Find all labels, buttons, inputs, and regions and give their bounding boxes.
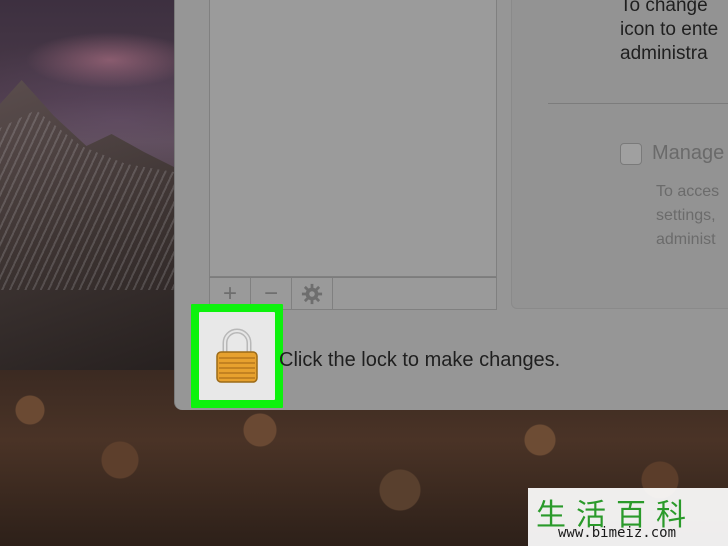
manage-checkbox[interactable] [620, 142, 642, 165]
lock-button[interactable] [199, 312, 275, 400]
add-icon: + [222, 279, 237, 307]
lock-icon [216, 328, 258, 383]
remove-icon: − [263, 279, 278, 307]
admin-hint-text: To change icon to ente administra [620, 0, 719, 64]
manage-option[interactable]: Manage [620, 142, 724, 165]
preferences-window: + − To change icon to ente administra Ma… [174, 0, 728, 410]
action-menu-button[interactable] [292, 278, 333, 309]
pane-divider [548, 103, 728, 104]
watermark-url: www.bimeiz.com [558, 525, 677, 541]
user-list[interactable] [209, 0, 497, 277]
manage-description: To acces settings, administ [656, 183, 720, 248]
watermark: 生活百科 www.bimeiz.com [528, 488, 728, 546]
gear-icon [301, 283, 323, 304]
lock-highlight [191, 304, 283, 408]
manage-label: Manage [652, 142, 725, 164]
detail-pane: To change icon to ente administra Manage… [511, 0, 728, 309]
lock-caption: Click the lock to make changes. [279, 349, 561, 371]
